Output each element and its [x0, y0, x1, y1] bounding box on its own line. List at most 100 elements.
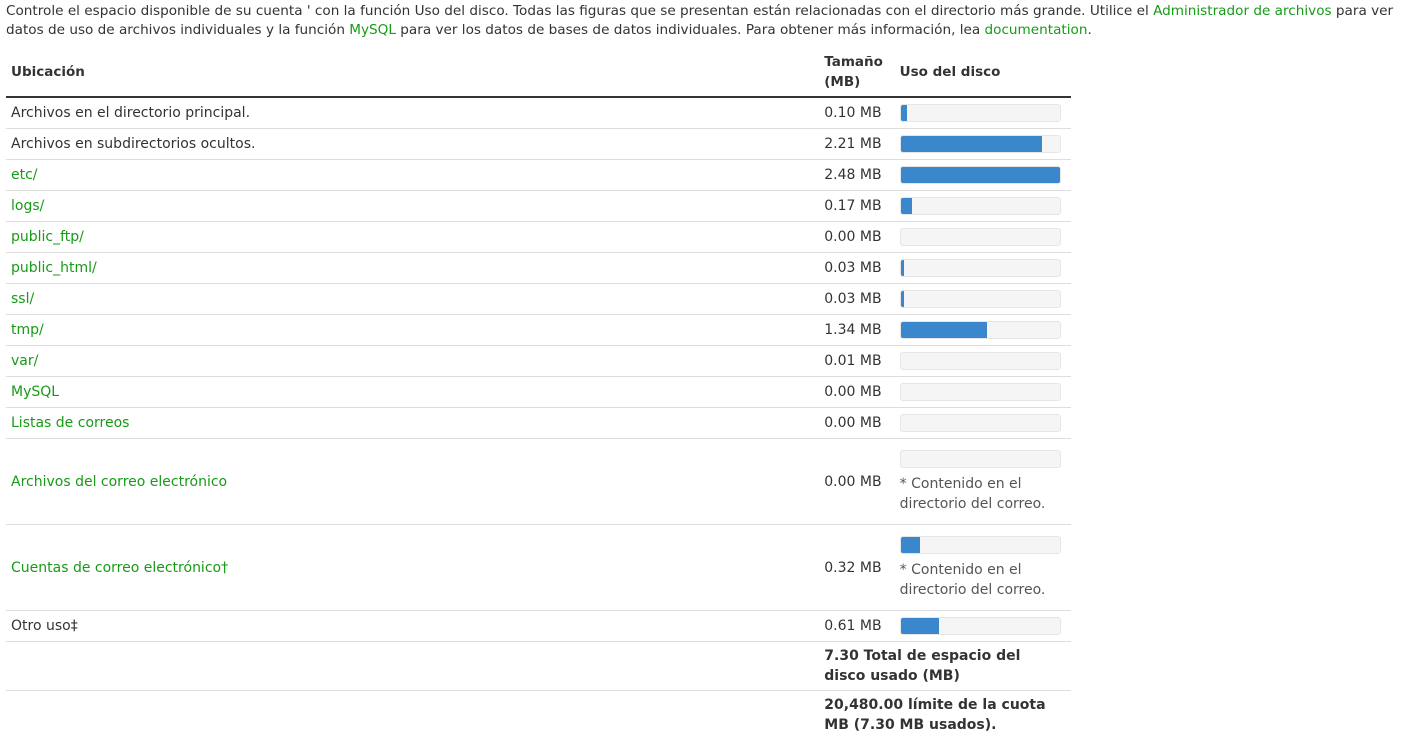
usage-progress-bar	[899, 449, 1061, 468]
location-cell: Otro uso‡	[6, 610, 820, 642]
usage-progress-bar	[899, 617, 1061, 635]
table-row: public_ftp/0.00 MB	[6, 221, 1071, 253]
location-link[interactable]: public_ftp/	[11, 229, 84, 245]
location-cell: Listas de correos	[6, 407, 820, 439]
table-row: var/0.01 MB	[6, 345, 1071, 377]
location-cell: public_ftp/	[6, 221, 820, 253]
usage-note: * Contenido en el directorio del correo.	[899, 475, 1046, 512]
intro-part-4: .	[1087, 22, 1092, 38]
usage-progress-bar	[899, 197, 1061, 215]
location-link[interactable]: public_html/	[11, 260, 97, 276]
usage-progress-bar	[899, 259, 1061, 277]
location-link[interactable]: ssl/	[11, 291, 34, 307]
table-row: Archivos del correo electrónico 0.00 MB * …	[6, 438, 1071, 525]
intro-part-1: Controle el espacio disponible de su cue…	[6, 3, 1154, 19]
size-cell: 1.34 MB	[819, 314, 895, 346]
table-row: public_html/0.03 MB	[6, 252, 1071, 284]
location-cell: Archivos en subdirectorios ocultos.	[6, 128, 820, 160]
location-link[interactable]: Cuentas de correo electrónico†	[11, 560, 228, 576]
usage-note: * Contenido en el directorio del correo.	[899, 561, 1046, 598]
location-cell: ssl/	[6, 283, 820, 315]
location-cell: MySQL	[6, 376, 820, 408]
usage-progress-fill	[900, 322, 987, 338]
documentation-link[interactable]: documentation	[985, 22, 1088, 38]
location-cell: Archivos del correo electrónico	[6, 438, 820, 525]
usage-header: Uso del disco	[894, 50, 1071, 98]
location-cell: tmp/	[6, 314, 820, 346]
table-row: Archivos en el directorio principal. 0.10…	[6, 97, 1071, 129]
location-label: Archivos en subdirectorios ocultos.	[11, 136, 256, 152]
location-cell: Cuentas de correo electrónico†	[6, 524, 820, 611]
intro-part-3: para ver los datos de bases de datos ind…	[395, 22, 985, 38]
usage-progress-fill	[900, 198, 912, 214]
location-link[interactable]: Archivos del correo electrónico	[11, 474, 227, 490]
location-label: Otro uso‡	[11, 618, 78, 634]
total-used: 7.30 Total de espacio del disco usado (M…	[819, 641, 1071, 691]
usage-progress-bar	[899, 414, 1061, 432]
size-cell: 0.10 MB	[819, 97, 895, 129]
location-cell: Archivos en el directorio principal.	[6, 97, 820, 129]
table-row: etc/2.48 MB	[6, 159, 1071, 191]
location-cell: etc/	[6, 159, 820, 191]
usage-progress-bar	[899, 228, 1061, 246]
usage-cell	[894, 610, 1071, 642]
location-cell: public_html/	[6, 252, 820, 284]
usage-cell	[894, 252, 1071, 284]
usage-progress-fill	[900, 136, 1043, 152]
usage-cell	[894, 190, 1071, 222]
table-header-row: Ubicación Tamaño (MB) Uso del disco	[6, 50, 1071, 98]
table-row: Cuentas de correo electrónico† 0.32 MB * C…	[6, 524, 1071, 611]
size-cell: 0.01 MB	[819, 345, 895, 377]
usage-cell	[894, 283, 1071, 315]
table-row: tmp/1.34 MB	[6, 314, 1071, 346]
usage-progress-bar	[899, 352, 1061, 370]
table-row: Otro uso‡ 0.61 MB	[6, 610, 1071, 642]
size-cell: 0.32 MB	[819, 524, 895, 611]
location-link[interactable]: logs/	[11, 198, 44, 214]
location-link[interactable]: var/	[11, 353, 38, 369]
usage-cell	[894, 159, 1071, 191]
usage-progress-bar	[899, 290, 1061, 308]
size-cell: 0.03 MB	[819, 252, 895, 284]
location-link[interactable]: etc/	[11, 167, 38, 183]
usage-progress-fill	[900, 167, 1060, 183]
table-row: ssl/0.03 MB	[6, 283, 1071, 315]
intro-text: Controle el espacio disponible de su cue…	[6, 2, 1420, 40]
usage-progress-fill	[900, 291, 904, 307]
usage-cell: * Contenido en el directorio del correo.	[894, 438, 1071, 525]
usage-progress-bar	[899, 535, 1061, 554]
quota-empty-cell	[6, 691, 819, 740]
usage-progress-bar	[899, 321, 1061, 339]
size-cell: 0.00 MB	[819, 438, 895, 525]
usage-progress-fill	[900, 618, 939, 634]
size-cell: 0.03 MB	[819, 283, 895, 315]
location-cell: logs/	[6, 190, 820, 222]
mysql-link[interactable]: MySQL	[349, 22, 396, 38]
size-header: Tamaño (MB)	[819, 50, 895, 98]
disk-usage-table: Ubicación Tamaño (MB) Uso del disco Arch…	[6, 50, 1071, 739]
usage-progress-bar	[899, 104, 1061, 122]
size-cell: 0.17 MB	[819, 190, 895, 222]
table-body: Archivos en el directorio principal. 0.10…	[6, 97, 1071, 642]
size-cell: 0.00 MB	[819, 221, 895, 253]
usage-cell	[894, 345, 1071, 377]
quota-limit: 20,480.00 límite de la cuota MB (7.30 MB…	[824, 697, 1046, 733]
file-manager-link[interactable]: Administrador de archivos	[1153, 3, 1332, 19]
size-cell: 2.48 MB	[819, 159, 895, 191]
usage-progress-bar	[899, 135, 1061, 153]
usage-cell	[894, 314, 1071, 346]
size-cell: 0.00 MB	[819, 407, 895, 439]
total-row: 7.30 Total de espacio del disco usado (M…	[6, 641, 1071, 691]
usage-cell	[894, 376, 1071, 408]
usage-progress-fill	[900, 260, 904, 276]
size-cell: 2.21 MB	[819, 128, 895, 160]
location-link[interactable]: MySQL	[11, 384, 59, 400]
total-empty-cell	[6, 641, 820, 691]
usage-progress-bar	[899, 166, 1061, 184]
location-link[interactable]: Listas de correos	[11, 415, 129, 431]
table-row: MySQL 0.00 MB	[6, 376, 1071, 408]
location-link[interactable]: tmp/	[11, 322, 44, 338]
usage-cell: * Contenido en el directorio del correo.	[894, 524, 1071, 611]
usage-cell	[894, 97, 1071, 129]
quota-row: 20,480.00 límite de la cuota MB (7.30 MB…	[6, 691, 1071, 740]
